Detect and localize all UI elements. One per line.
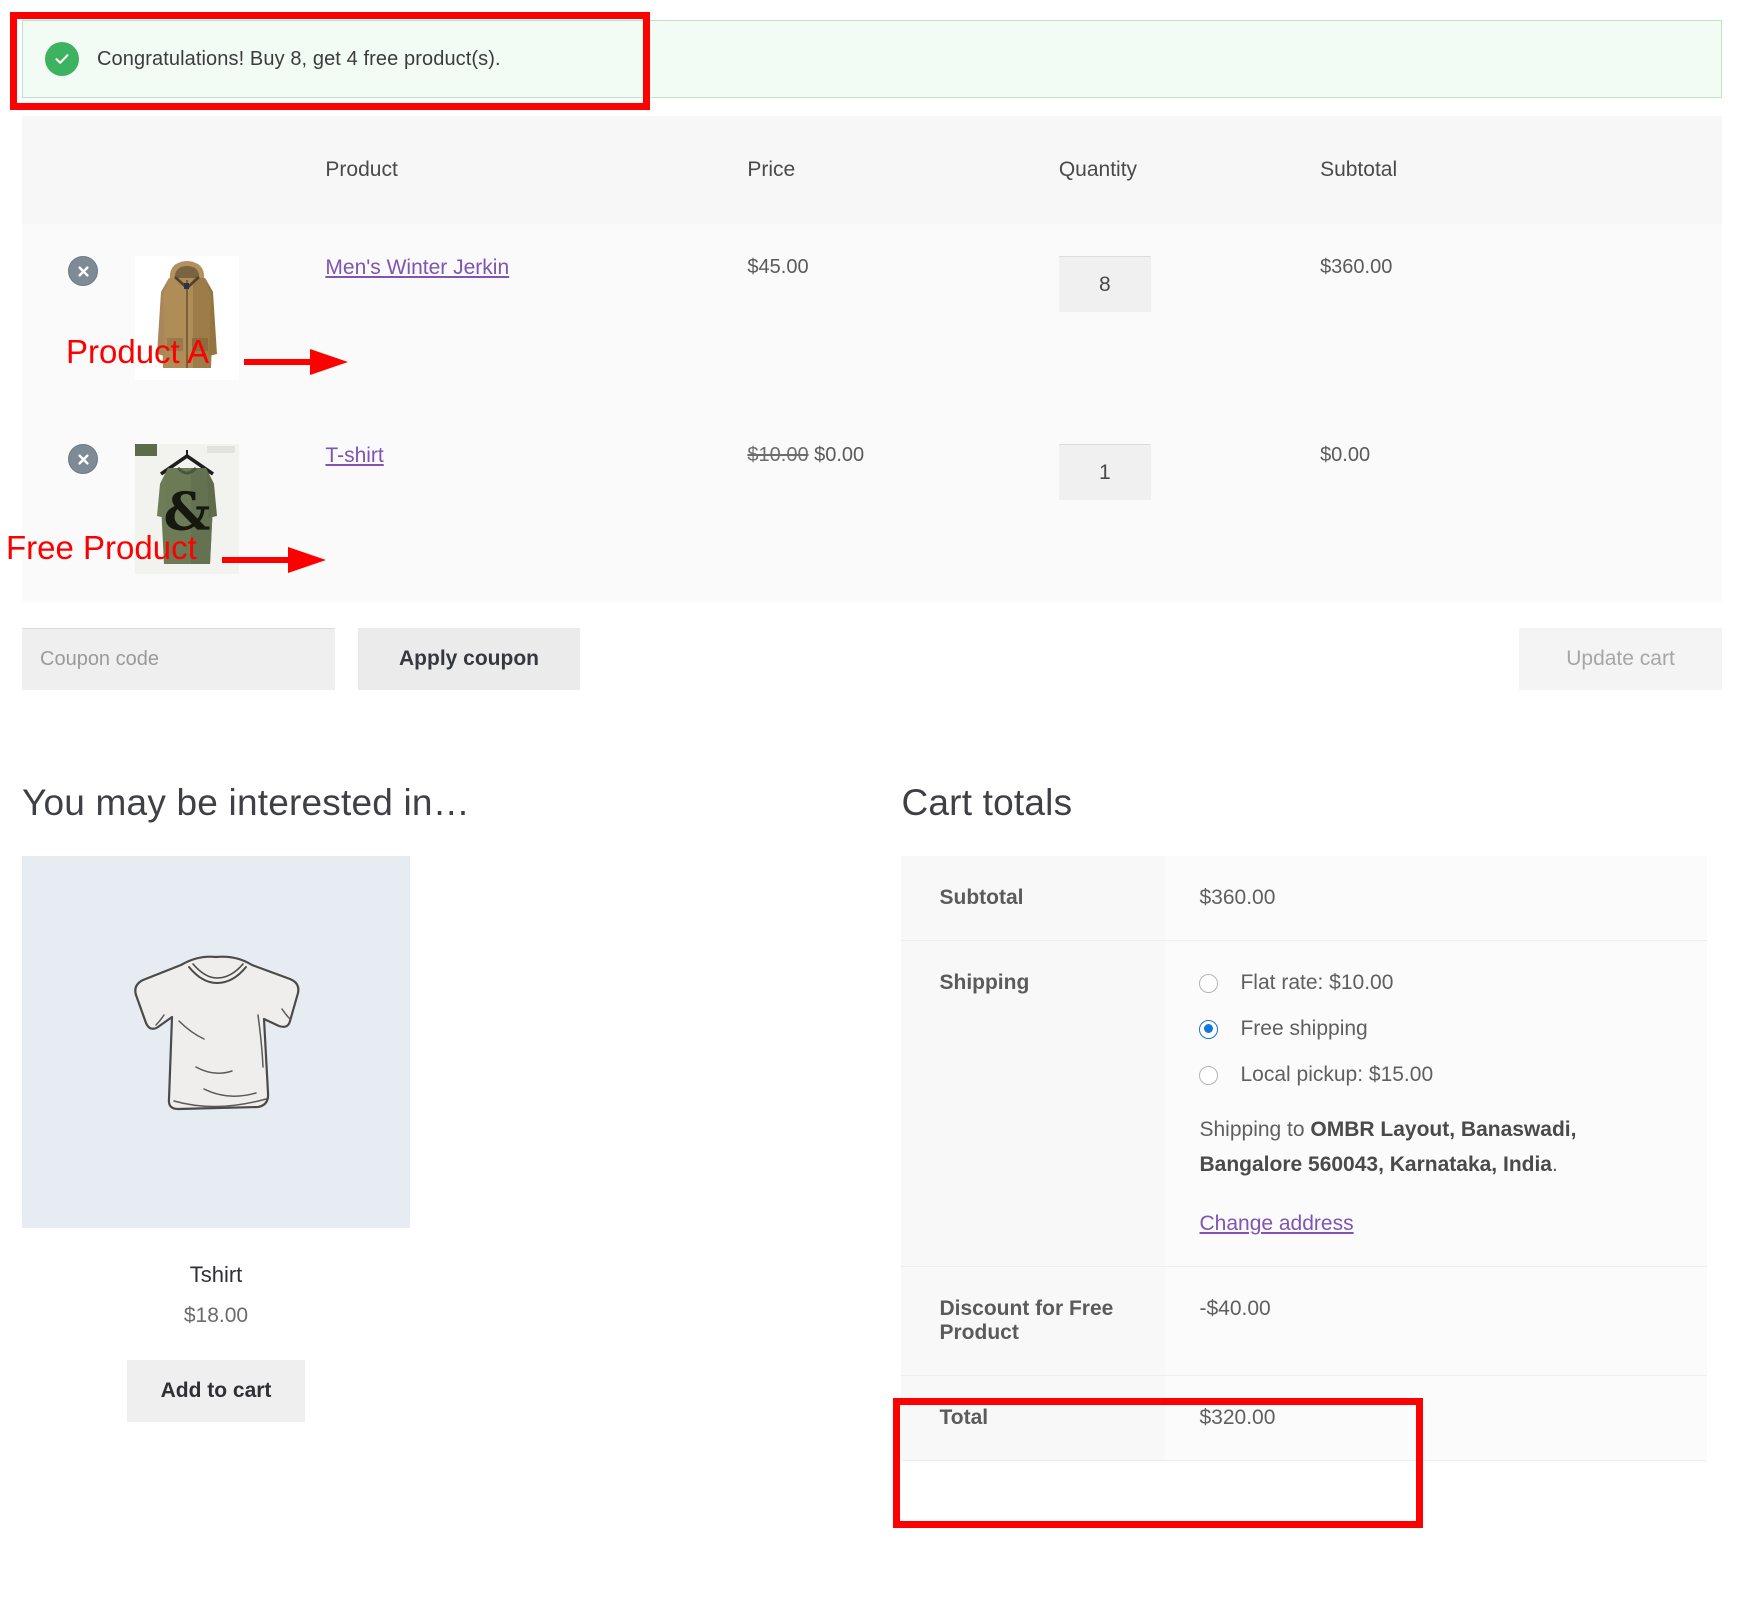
shipping-option-label: Flat rate: $10.00	[1240, 971, 1394, 994]
subtotal-row: Subtotal $360.00	[901, 856, 1708, 941]
shipping-to-prefix: Shipping to	[1199, 1118, 1311, 1141]
product-subtotal: $0.00	[1320, 444, 1371, 466]
radio-icon[interactable]	[1199, 973, 1219, 993]
cart-page: Congratulations! Buy 8, get 4 free produ…	[0, 0, 1743, 1528]
cell-product-name: T-shirt	[325, 412, 748, 602]
coupon-row: Apply coupon Update cart	[22, 628, 1722, 690]
cell-price: $10.00 $0.00	[747, 412, 1059, 602]
discount-row: Discount for Free Product -$40.00	[901, 1266, 1708, 1377]
upsells-column: You may be interested in… Tshirt $18.00 …	[22, 782, 901, 1461]
cart-table-head: Product Price Quantity Subtotal	[22, 116, 1722, 224]
notice-message: Congratulations! Buy 8, get 4 free produ…	[97, 47, 501, 70]
cell-remove	[22, 224, 135, 412]
shipping-destination: Shipping to OMBR Layout, Banaswadi, Bang…	[1199, 1113, 1669, 1182]
cell-quantity: 8	[1058, 224, 1321, 412]
remove-item-icon[interactable]	[68, 256, 98, 286]
cart-table: Product Price Quantity Subtotal Men's Wi…	[22, 116, 1722, 602]
discount-label: Discount for Free Product	[901, 1266, 1166, 1377]
cell-subtotal: $360.00	[1320, 224, 1722, 412]
header-thumbnail	[134, 116, 326, 224]
cart-table-body: Men's Winter Jerkin $45.00 8 $360.00 & T…	[22, 224, 1722, 602]
cell-quantity: 1	[1058, 412, 1321, 602]
shipping-row: Shipping Flat rate: $10.00 Free shipping	[901, 940, 1708, 1268]
apply-coupon-button[interactable]: Apply coupon	[358, 628, 580, 690]
product-subtotal: $360.00	[1320, 256, 1393, 278]
total-row: Total $320.00	[901, 1375, 1708, 1462]
svg-text:&: &	[163, 482, 210, 543]
radio-icon[interactable]	[1199, 1065, 1219, 1085]
cell-product-name: Men's Winter Jerkin	[325, 224, 748, 412]
shipping-label: Shipping	[901, 940, 1166, 1268]
add-to-cart-button[interactable]: Add to cart	[126, 1360, 306, 1422]
table-row: & T-shirt $10.00 $0.00 1 $0.00	[22, 412, 1722, 602]
header-product: Product	[325, 116, 748, 224]
mens-winter-jerkin-thumbnail[interactable]	[134, 256, 239, 380]
shipping-option-local-pickup[interactable]: Local pickup: $15.00	[1199, 1063, 1707, 1087]
upsells-heading: You may be interested in…	[22, 782, 470, 823]
tshirt-thumbnail[interactable]: &	[134, 444, 239, 574]
change-address-link[interactable]: Change address	[1199, 1212, 1353, 1236]
shipping-option-label: Free shipping	[1240, 1017, 1368, 1040]
cart-header-row: Product Price Quantity Subtotal	[22, 116, 1722, 224]
update-cart-button[interactable]: Update cart	[1519, 628, 1722, 690]
total-label: Total	[901, 1375, 1166, 1462]
product-price-original: $10.00	[747, 444, 809, 466]
cart-totals-table: Subtotal $360.00 Shipping Flat rate: $10…	[901, 856, 1708, 1462]
remove-item-icon[interactable]	[68, 444, 98, 474]
cell-remove	[22, 412, 135, 602]
cell-subtotal: $0.00	[1320, 412, 1722, 602]
product-link[interactable]: Men's Winter Jerkin	[325, 256, 509, 279]
header-remove	[22, 116, 135, 224]
radio-icon-selected[interactable]	[1199, 1019, 1219, 1039]
cell-thumbnail	[134, 224, 326, 412]
free-gift-notice: Congratulations! Buy 8, get 4 free produ…	[22, 20, 1722, 98]
subtotal-value: $360.00	[1165, 856, 1708, 941]
white-tshirt-sketch[interactable]	[22, 856, 410, 1228]
cart-totals-heading: Cart totals	[901, 782, 1073, 823]
table-row: Men's Winter Jerkin $45.00 8 $360.00	[22, 224, 1722, 412]
cell-price: $45.00	[747, 224, 1059, 412]
shipping-options-list: Flat rate: $10.00 Free shipping Local pi…	[1199, 971, 1707, 1087]
shipping-option-label: Local pickup: $15.00	[1240, 1063, 1434, 1086]
header-price: Price	[747, 116, 1059, 224]
shipping-option-flat-rate[interactable]: Flat rate: $10.00	[1199, 971, 1707, 995]
upsell-product-price: $18.00	[183, 1304, 249, 1327]
cart-table-container: Product Price Quantity Subtotal Men's Wi…	[0, 98, 1743, 602]
cart-lower-section: You may be interested in… Tshirt $18.00 …	[0, 782, 1743, 1462]
shipping-to-suffix: .	[1551, 1152, 1558, 1176]
upsell-product-title[interactable]: Tshirt	[22, 1262, 410, 1288]
coupon-code-input[interactable]	[22, 628, 335, 690]
product-price: $0.00	[814, 444, 865, 466]
shipping-options-cell: Flat rate: $10.00 Free shipping Local pi…	[1165, 940, 1708, 1268]
check-circle-icon	[45, 42, 79, 76]
upsell-product-card: Tshirt $18.00 Add to cart	[22, 856, 410, 1422]
total-value: $320.00	[1165, 1375, 1708, 1462]
cart-totals-column: Cart totals Subtotal $360.00 Shipping Fl…	[901, 782, 1721, 1462]
cell-thumbnail: &	[134, 412, 326, 602]
subtotal-label: Subtotal	[901, 856, 1166, 941]
product-link[interactable]: T-shirt	[325, 444, 383, 467]
discount-value: -$40.00	[1165, 1266, 1708, 1377]
header-quantity: Quantity	[1058, 116, 1321, 224]
product-price: $45.00	[747, 256, 809, 278]
notice-container: Congratulations! Buy 8, get 4 free produ…	[0, 0, 1743, 98]
quantity-input[interactable]: 1	[1058, 444, 1151, 500]
shipping-option-free-shipping[interactable]: Free shipping	[1199, 1017, 1707, 1041]
header-subtotal: Subtotal	[1320, 116, 1722, 224]
quantity-input[interactable]: 8	[1058, 256, 1151, 312]
upsell-button-wrap: Add to cart	[22, 1360, 410, 1422]
